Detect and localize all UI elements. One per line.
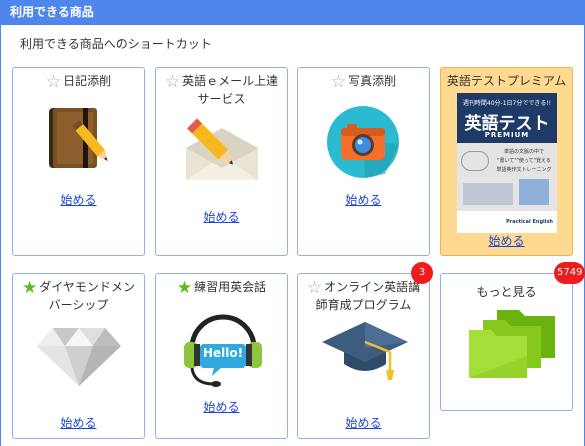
- start-link[interactable]: 始める: [298, 191, 429, 208]
- book-cover-line1: 単語の文脈の中で: [503, 149, 544, 155]
- card-title: ☆ オンライン英語講師育成プログラム: [306, 278, 421, 313]
- start-link[interactable]: 始める: [13, 191, 144, 208]
- book-cover-brand: Practical English: [506, 219, 553, 225]
- book-cover-subtitle: PREMIUM: [484, 131, 530, 139]
- card-title: ☆ 写真添削: [330, 72, 397, 92]
- start-link[interactable]: 始める: [441, 232, 572, 249]
- card-english-conversation[interactable]: ★ 練習用英会話 Hello! 始める: [155, 273, 288, 439]
- notification-badge: 3: [411, 262, 433, 284]
- book-cover-top: 週刊時間40分-1日7分でできる!!: [462, 100, 552, 107]
- star-outline-icon[interactable]: ☆: [331, 72, 346, 92]
- diamond-icon: [35, 326, 123, 392]
- section-subtitle: 利用できる商品へのショートカット: [20, 37, 212, 51]
- folders-icon: [457, 306, 557, 384]
- star-outline-icon[interactable]: ☆: [46, 72, 61, 92]
- card-title: ☆ 日記添削: [45, 72, 112, 92]
- book-cover-line2: "書いて""使って"覚える: [497, 158, 551, 164]
- star-outline-icon[interactable]: ☆: [165, 72, 180, 92]
- camera-icon: [325, 104, 401, 184]
- section-title: 利用できる商品: [10, 5, 94, 19]
- graduation-cap-icon: [320, 318, 410, 384]
- card-title: 英語テストプレミアム: [446, 74, 567, 88]
- envelope-pencil-icon: [180, 114, 264, 190]
- start-link[interactable]: 始める: [156, 398, 287, 415]
- notebook-pencil-icon: [43, 104, 113, 178]
- section-header: 利用できる商品: [0, 0, 585, 25]
- star-filled-icon[interactable]: ★: [22, 278, 37, 298]
- card-diary-correction[interactable]: ☆ 日記添削 始める: [12, 67, 145, 256]
- start-link[interactable]: 始める: [298, 414, 429, 431]
- hello-bubble-text: Hello!: [202, 346, 244, 360]
- card-photo-correction[interactable]: ☆ 写真添削 始める: [297, 67, 430, 256]
- notification-badge: 5749: [554, 262, 585, 284]
- star-filled-icon[interactable]: ★: [177, 278, 192, 298]
- card-online-teacher-program[interactable]: ☆ オンライン英語講師育成プログラム 始める: [297, 273, 430, 439]
- start-link[interactable]: 始める: [156, 208, 287, 225]
- card-title: ☆ 英語ｅメール上達サービス: [164, 72, 279, 107]
- card-email-service[interactable]: ☆ 英語ｅメール上達サービス 始める: [155, 67, 288, 256]
- card-title: もっと見る: [476, 285, 537, 299]
- card-title: ★ ダイヤモンドメンバーシップ: [22, 278, 135, 313]
- book-cover-line3: 単語英作文トレーニング: [496, 167, 552, 173]
- start-link[interactable]: 始める: [13, 414, 144, 431]
- card-diamond-membership[interactable]: ★ ダイヤモンドメンバーシップ 始める: [12, 273, 145, 439]
- card-see-more[interactable]: もっと見る: [440, 273, 573, 411]
- card-english-test-premium[interactable]: 英語テストプレミアム 週刊時間40分-1日7分でできる!! 英語テスト PREM…: [440, 67, 573, 256]
- card-title: ★ 練習用英会話: [176, 278, 267, 298]
- star-outline-icon[interactable]: ☆: [307, 278, 322, 298]
- book-cover: 週刊時間40分-1日7分でできる!! 英語テスト PREMIUM 単語の文脈の中…: [457, 93, 557, 233]
